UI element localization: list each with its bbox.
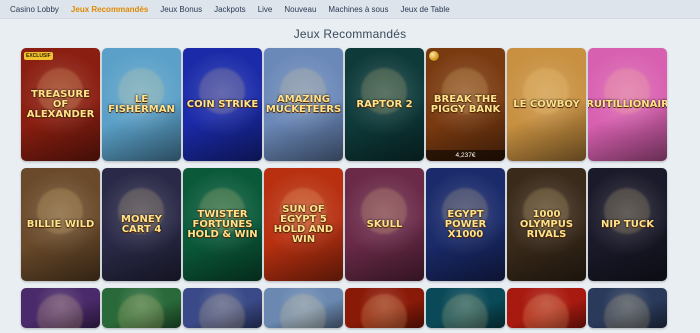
game-tile[interactable]: Amazing Mucketeers	[264, 48, 343, 161]
game-title: Coin Strike	[186, 98, 259, 110]
game-tile[interactable]: Twister Fortunes Hold & Win	[183, 168, 262, 281]
game-tile[interactable]: Billie Wild	[21, 168, 100, 281]
games-grid: Treasure of Alexander EXCLUSIF Le Fisherma…	[21, 48, 700, 328]
game-title: Break the Piggy Bank	[430, 93, 501, 115]
game-title: Egypt Power x1000	[444, 208, 487, 240]
nav-machines-a-sous[interactable]: Machines à sous	[322, 5, 394, 14]
game-tile[interactable]: Break the Piggy Bank 4,237€	[426, 48, 505, 161]
game-tile[interactable]	[426, 288, 505, 328]
game-art	[604, 294, 650, 328]
game-tile[interactable]	[507, 288, 586, 328]
game-tile[interactable]: Money Cart 4	[102, 168, 181, 281]
nav-casino-lobby[interactable]: Casino Lobby	[4, 5, 65, 14]
game-tile[interactable]: Coin Strike	[183, 48, 262, 161]
jackpot-amount: 4,237€	[426, 150, 505, 161]
game-art	[280, 294, 326, 328]
nav-jeux-recommandes[interactable]: Jeux Recommandés	[65, 5, 154, 14]
game-art	[442, 294, 488, 328]
game-title: Sun of Egypt 5 Hold and Win	[273, 203, 334, 245]
game-title: Amazing Mucketeers	[265, 93, 342, 115]
game-tile[interactable]: Le Cowboy	[507, 48, 586, 161]
game-tile[interactable]: Skull	[345, 168, 424, 281]
game-art	[523, 294, 569, 328]
game-tile[interactable]: 1000 Olympus Rivals	[507, 168, 586, 281]
game-tile[interactable]: Le Fisherman	[102, 48, 181, 161]
game-art	[118, 294, 164, 328]
game-art	[37, 294, 83, 328]
game-title: Le Cowboy	[513, 98, 580, 110]
game-title: Raptor 2	[356, 98, 413, 110]
game-title: 1000 Olympus Rivals	[519, 208, 574, 240]
exclusive-badge: EXCLUSIF	[24, 52, 53, 60]
game-title: Money Cart 4	[121, 213, 162, 235]
game-title: Le Fisherman	[108, 93, 175, 115]
game-tile[interactable]	[21, 288, 100, 328]
game-title: Treasure of Alexander	[26, 88, 95, 120]
game-tile[interactable]: Sun of Egypt 5 Hold and Win	[264, 168, 343, 281]
game-tile[interactable]: Fruitillionaire	[588, 48, 667, 161]
game-title: Twister Fortunes Hold & Win	[187, 208, 258, 240]
game-art	[361, 294, 407, 328]
nav-jeux-de-table[interactable]: Jeux de Table	[394, 5, 455, 14]
nav-jeux-bonus[interactable]: Jeux Bonus	[154, 5, 208, 14]
nav-jackpots[interactable]: Jackpots	[208, 5, 252, 14]
game-tile[interactable]	[183, 288, 262, 328]
game-title: Skull	[366, 218, 403, 230]
game-tile[interactable]: Nip Tuck	[588, 168, 667, 281]
game-title: Nip Tuck	[601, 218, 654, 230]
section-title: Jeux Recommandés	[293, 27, 407, 41]
game-title: Fruitillionaire	[588, 98, 667, 110]
jackpot-coin-icon	[429, 51, 439, 61]
nav-nouveau[interactable]: Nouveau	[278, 5, 322, 14]
game-title: Billie Wild	[26, 218, 95, 230]
top-navigation: Casino Lobby Jeux Recommandés Jeux Bonus…	[0, 0, 700, 19]
game-tile[interactable]: Egypt Power x1000	[426, 168, 505, 281]
game-tile[interactable]: Raptor 2	[345, 48, 424, 161]
game-art	[199, 294, 245, 328]
game-tile[interactable]	[102, 288, 181, 328]
nav-live[interactable]: Live	[252, 5, 279, 14]
game-tile[interactable]	[345, 288, 424, 328]
game-tile[interactable]	[588, 288, 667, 328]
game-tile[interactable]: Treasure of Alexander EXCLUSIF	[21, 48, 100, 161]
game-tile[interactable]	[264, 288, 343, 328]
